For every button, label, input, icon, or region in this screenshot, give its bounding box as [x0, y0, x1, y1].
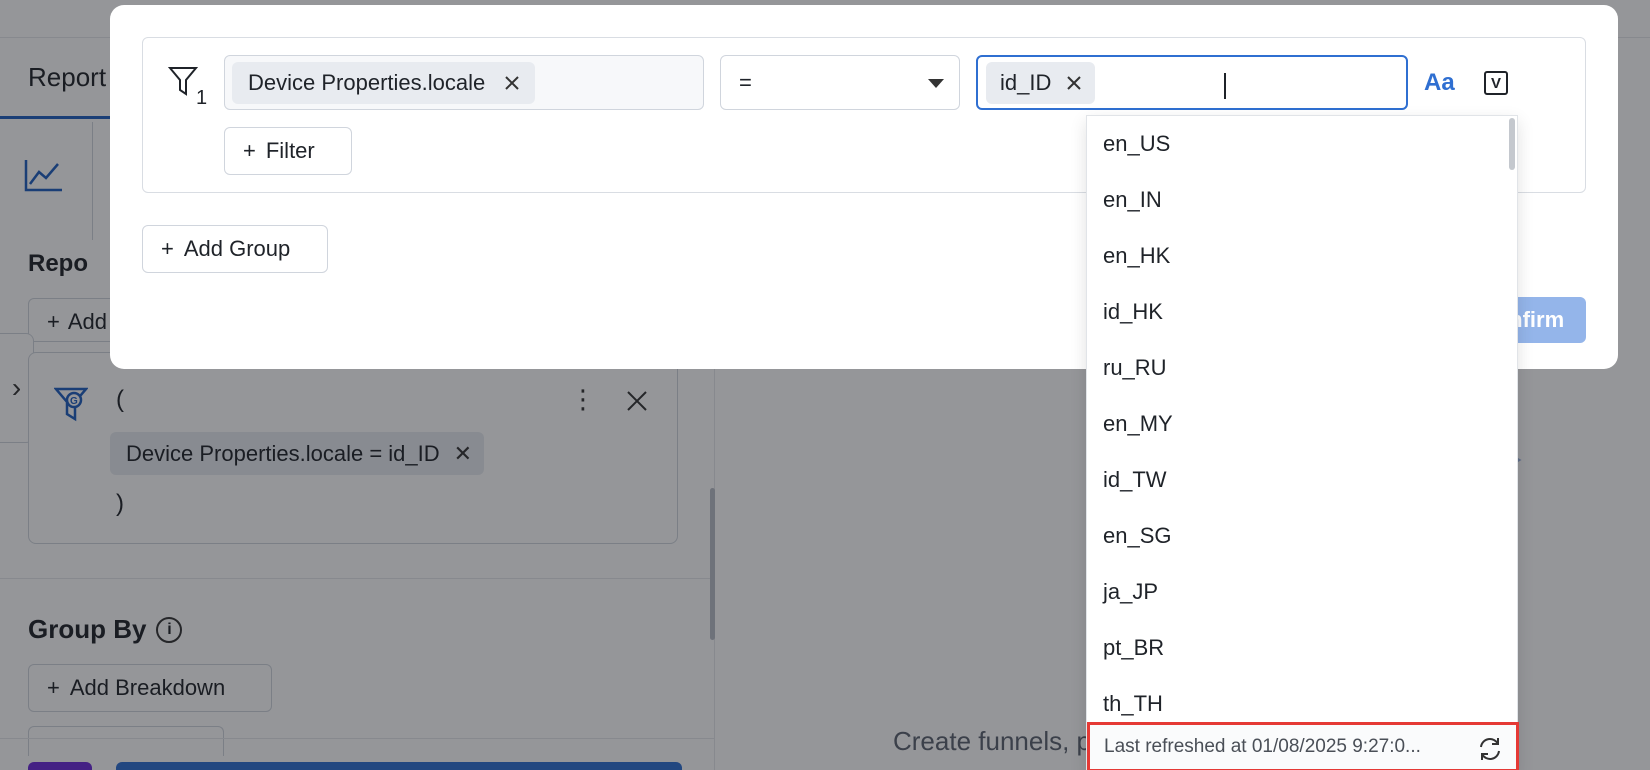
dropdown-option[interactable]: en_SG	[1087, 508, 1507, 564]
value-chip-label: id_ID	[1000, 70, 1052, 95]
dropdown-option[interactable]: th_TH	[1087, 676, 1507, 722]
dropdown-option[interactable]: id_TW	[1087, 452, 1507, 508]
text-cursor	[1224, 73, 1226, 99]
dropdown-scrollbar[interactable]	[1509, 118, 1515, 170]
variable-icon[interactable]: V	[1484, 71, 1508, 95]
add-filter-label: Filter	[265, 138, 315, 163]
dropdown-options-list: en_US en_IN en_HK id_HK ru_RU en_MY id_T…	[1087, 116, 1507, 722]
filter-modal: 1 Device Properties.locale = id_ID Aa V …	[110, 5, 1618, 770]
dropdown-option[interactable]: ru_RU	[1087, 340, 1507, 396]
case-sensitive-icon[interactable]: Aa	[1424, 69, 1455, 97]
value-dropdown: en_US en_IN en_HK id_HK ru_RU en_MY id_T…	[1086, 115, 1519, 770]
operator-value: =	[739, 69, 752, 95]
property-chip[interactable]: Device Properties.locale	[232, 62, 536, 104]
dropdown-option[interactable]: en_HK	[1087, 228, 1507, 284]
last-refreshed-text: Last refreshed at 01/08/2025 9:27:0...	[1104, 736, 1421, 757]
dropdown-option[interactable]: ja_JP	[1087, 564, 1507, 620]
close-icon[interactable]	[1065, 74, 1083, 92]
refresh-icon[interactable]	[1476, 735, 1504, 763]
value-chip[interactable]: id_ID	[986, 62, 1096, 104]
operator-select[interactable]: =	[720, 55, 960, 110]
add-filter-button[interactable]: + Filter	[224, 127, 352, 175]
filter-index: 1	[196, 87, 208, 109]
last-refreshed-footer: Last refreshed at 01/08/2025 9:27:0...	[1087, 722, 1519, 770]
add-group-label: Add Group	[183, 236, 291, 261]
dropdown-option[interactable]: id_HK	[1087, 284, 1507, 340]
caret-down-icon[interactable]	[928, 79, 944, 88]
property-chip-label: Device Properties.locale	[248, 70, 486, 95]
dropdown-option[interactable]: en_IN	[1087, 172, 1507, 228]
add-group-button[interactable]: + Add Group	[142, 225, 328, 273]
funnel-icon	[168, 67, 198, 96]
dropdown-option[interactable]: en_US	[1087, 116, 1507, 172]
plus-icon: +	[161, 236, 174, 261]
dropdown-option[interactable]: pt_BR	[1087, 620, 1507, 676]
dropdown-option[interactable]: en_MY	[1087, 396, 1507, 452]
plus-icon: +	[243, 138, 256, 163]
close-icon[interactable]	[503, 74, 521, 92]
